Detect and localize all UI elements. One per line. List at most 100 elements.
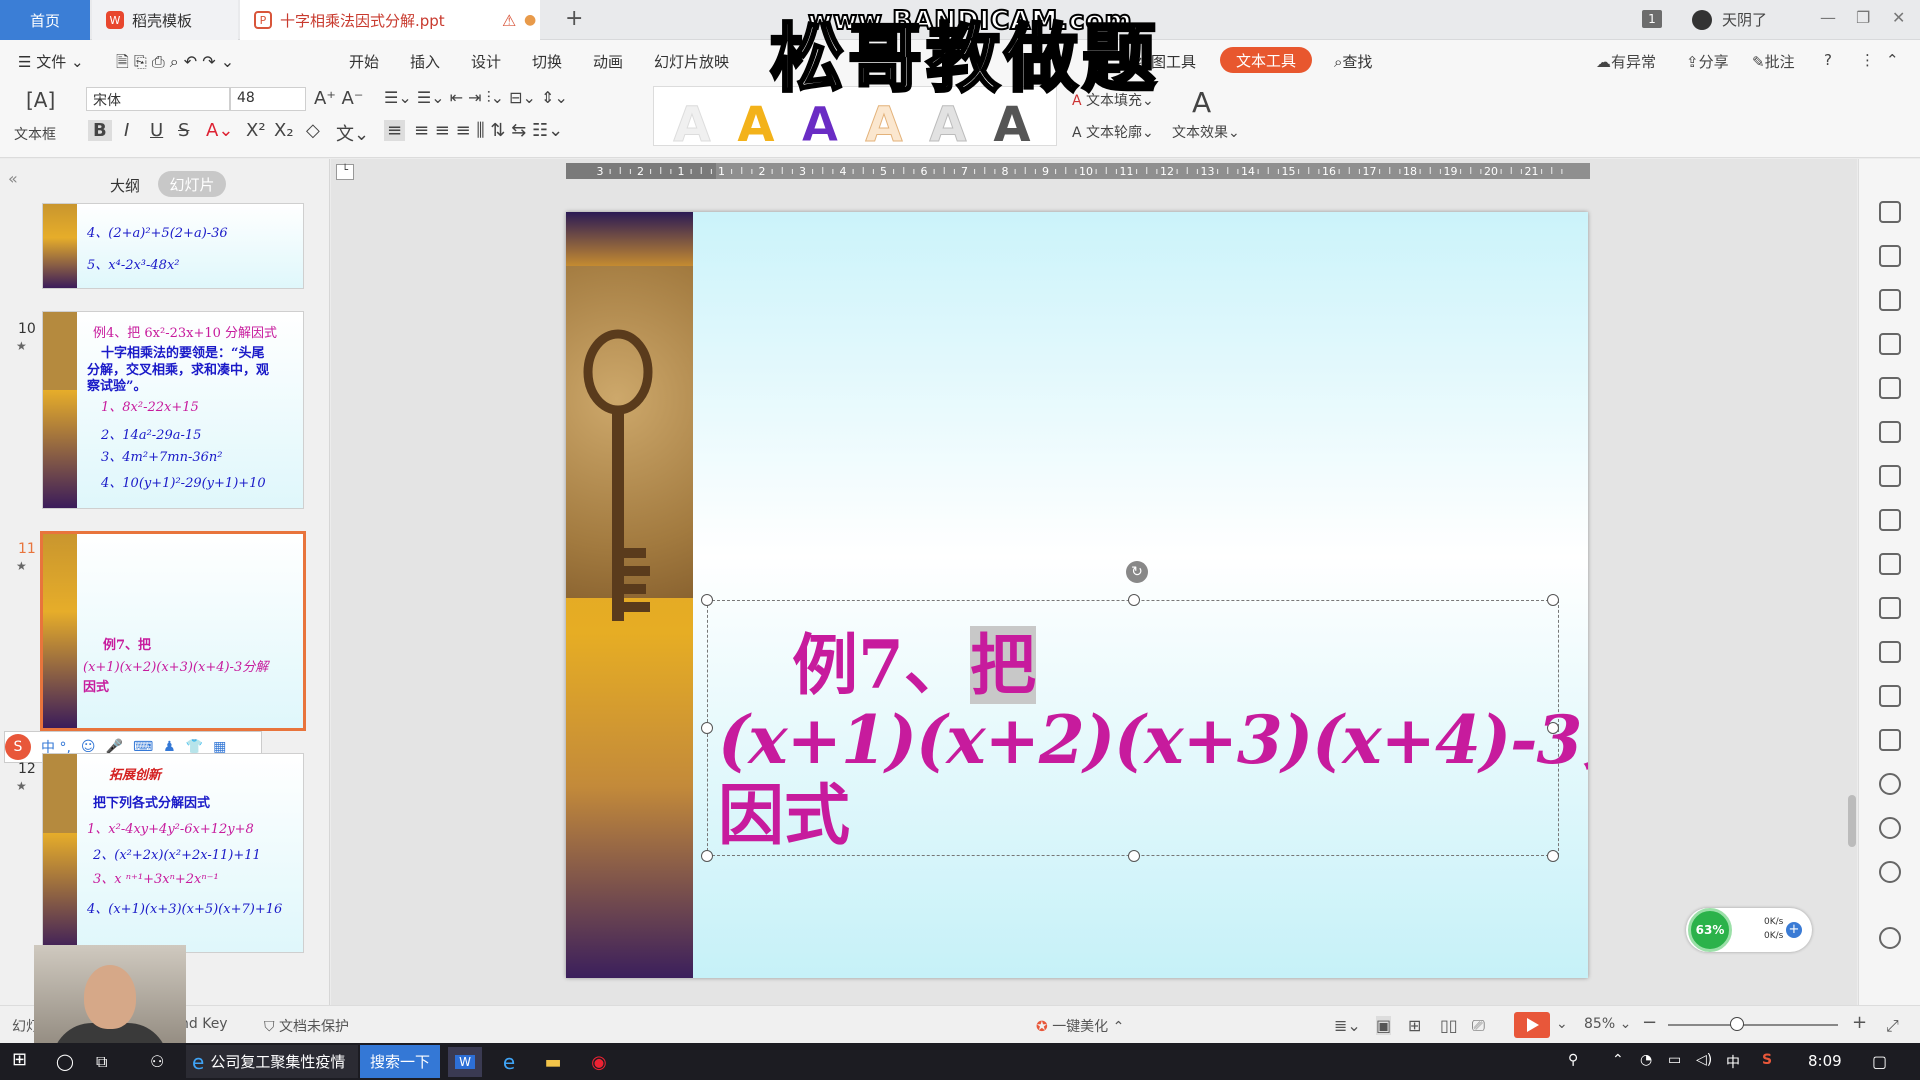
task-view-icon[interactable]: ⧉ xyxy=(96,1052,107,1072)
play-options-icon[interactable]: ⌄ xyxy=(1556,1016,1568,1032)
wordart-style-4[interactable]: A xyxy=(856,97,912,154)
archive-icon[interactable] xyxy=(1879,641,1901,663)
resize-handle[interactable] xyxy=(701,850,713,862)
menu-animation[interactable]: 动画 xyxy=(593,51,623,72)
clock[interactable]: 8:09 xyxy=(1808,1052,1842,1070)
audio-icon[interactable] xyxy=(1879,729,1901,751)
bandicam-icon[interactable]: ◉ xyxy=(582,1047,616,1077)
zoom-level[interactable]: 85% ⌄ xyxy=(1584,1016,1631,1032)
ime-indicator[interactable]: 中 xyxy=(1726,1052,1740,1072)
resize-handle[interactable] xyxy=(1128,594,1140,606)
network-speed-widget[interactable]: 63% 0K/s 0K/s + xyxy=(1686,908,1812,952)
taskbar-search-button[interactable]: 搜索一下 xyxy=(360,1045,440,1078)
maximize-icon[interactable]: ❐ xyxy=(1856,8,1870,27)
slide-thumbnail-12[interactable]: 拓展创新 把下列各式分解因式 1、x²-4xy+4y²-6x+12y+8 2、(… xyxy=(42,753,304,953)
file-explorer-icon[interactable]: ▬ xyxy=(536,1047,570,1077)
user-account[interactable]: 天阴了 xyxy=(1692,9,1767,30)
download-icon[interactable] xyxy=(1879,773,1901,795)
image-icon[interactable] xyxy=(1879,685,1901,707)
underline-button[interactable]: U xyxy=(150,120,163,141)
strikethrough-button[interactable]: S xyxy=(178,120,189,141)
textbox-button[interactable]: 文本框 xyxy=(14,124,56,144)
export-icon[interactable] xyxy=(1879,597,1901,619)
resize-handle[interactable] xyxy=(1547,594,1559,606)
chart-icon[interactable] xyxy=(1879,465,1901,487)
subscript-button[interactable]: X₂ xyxy=(274,120,294,141)
align-center-icon[interactable]: ≡ ≡ ≡ ⫼ ⇅ ⇆ ☷⌄ xyxy=(414,120,563,141)
slide-thumbnail-10[interactable]: 例4、把 6x²-23x+10 分解因式 十字相乘法的要领是：“头尾 分解，交叉… xyxy=(42,311,304,509)
cortana-icon[interactable]: ◯ xyxy=(56,1052,74,1071)
person-tray-icon[interactable]: ⚲ xyxy=(1568,1052,1578,1068)
font-color-button[interactable]: A⌄ xyxy=(206,120,233,141)
search-button[interactable]: ⌕查找 xyxy=(1334,51,1372,72)
vertical-scrollbar[interactable] xyxy=(1848,795,1856,847)
taskbar-browser-item[interactable]: e 公司复工聚集性疫情 xyxy=(186,1045,358,1078)
warning-icon[interactable]: ⚠ xyxy=(502,11,516,30)
resize-handle[interactable] xyxy=(1547,850,1559,862)
menu-start[interactable]: 开始 xyxy=(349,51,379,72)
grid-icon[interactable] xyxy=(1879,421,1901,443)
tab-templates[interactable]: W 稻壳模板 xyxy=(92,0,238,40)
notes-icon[interactable]: ≣⌄ xyxy=(1334,1016,1361,1035)
ruler-tab-selector[interactable]: └ xyxy=(336,164,354,180)
tab-document[interactable]: P 十字相乘法因式分解.ppt ⚠ ● xyxy=(240,0,540,40)
new-tab-button[interactable]: + xyxy=(565,6,583,31)
superscript-button[interactable]: X² xyxy=(246,120,266,141)
zoom-slider[interactable] xyxy=(1668,1024,1838,1026)
menu-text-tools[interactable]: 文本工具 xyxy=(1220,47,1312,73)
resize-handle[interactable] xyxy=(1128,850,1140,862)
text-effect-icon[interactable]: A xyxy=(1192,86,1211,119)
grow-font-icon[interactable]: A⁺ A⁻ xyxy=(314,88,363,109)
wordart-style-6[interactable]: A xyxy=(984,97,1040,153)
sorter-view-icon[interactable]: ⊞ xyxy=(1408,1016,1421,1035)
wordart-style-1[interactable]: A xyxy=(664,97,720,154)
collapse-ribbon-icon[interactable]: ⌃ xyxy=(1886,51,1899,69)
sliders-icon[interactable] xyxy=(1879,509,1901,531)
window-count-badge[interactable]: 1 xyxy=(1642,10,1662,28)
help-icon[interactable]: ? xyxy=(1824,51,1832,69)
convert-icon[interactable] xyxy=(1879,245,1901,267)
edge-icon[interactable]: e xyxy=(492,1047,526,1077)
minimize-icon[interactable]: — xyxy=(1820,8,1836,27)
beautify-button[interactable]: ✪ 一键美化 ⌃ xyxy=(1036,1016,1124,1036)
resize-handle[interactable] xyxy=(701,594,713,606)
doc-protect-button[interactable]: ⛉ 文档未保护 xyxy=(264,1016,349,1036)
wordart-style-5[interactable]: A xyxy=(920,97,976,154)
anomaly-button[interactable]: ☁有异常 xyxy=(1596,51,1656,72)
zoom-out-icon[interactable]: − xyxy=(1642,1012,1657,1033)
menu-design[interactable]: 设计 xyxy=(471,51,501,72)
shapes-icon[interactable] xyxy=(1879,289,1901,311)
star-icon[interactable] xyxy=(1879,201,1901,223)
font-name-select[interactable]: 宋体 xyxy=(86,87,230,111)
more-icon[interactable]: ⋮ xyxy=(1860,51,1875,69)
slide-key-photo[interactable] xyxy=(566,266,693,621)
close-icon[interactable]: ✕ xyxy=(1892,8,1905,27)
tab-home[interactable]: 首页 xyxy=(0,0,90,40)
slide-thumbnail-9[interactable]: 4、(2+a)²+5(2+a)-36 5、x⁴-2x³-48x² xyxy=(42,203,304,289)
slide-expression-end[interactable]: 因式 xyxy=(718,762,850,858)
history-icon[interactable] xyxy=(1879,817,1901,839)
italic-button[interactable]: I xyxy=(124,120,129,141)
wps-icon[interactable]: W xyxy=(448,1047,482,1077)
menu-slideshow[interactable]: 幻灯片放映 xyxy=(654,51,729,72)
wifi-icon[interactable]: ◔ xyxy=(1640,1052,1652,1068)
table-icon[interactable] xyxy=(1879,377,1901,399)
textbox-icon[interactable]: [A] xyxy=(26,88,55,112)
zoom-slider-thumb[interactable] xyxy=(1730,1017,1744,1031)
record-icon[interactable]: ⎚ xyxy=(1472,1016,1485,1036)
people-icon[interactable]: ⚇ xyxy=(150,1052,164,1071)
reading-view-icon[interactable]: ▯▯ xyxy=(1440,1016,1458,1035)
file-menu[interactable]: ☰ 文件 ⌄ xyxy=(18,51,84,72)
object-icon[interactable] xyxy=(1879,333,1901,355)
clear-format-icon[interactable]: ◇ xyxy=(306,120,320,141)
current-slide[interactable]: ↻ 例7、把 (x+1)(x+2)(x+3)(x+4)-3分解 因式 xyxy=(566,212,1588,978)
text-outline-button[interactable]: A 文本轮廓⌄ xyxy=(1072,122,1154,142)
fit-window-icon[interactable]: ⤢ xyxy=(1886,1016,1899,1036)
horizontal-ruler[interactable]: 3 2 1 1 2 3 4 5 6 7 8 9 10 11 12 13 14 15 16 17 18 19 20 21 xyxy=(566,163,1590,179)
font-size-select[interactable]: 48 xyxy=(230,87,306,111)
battery-icon[interactable]: ▭ xyxy=(1668,1052,1681,1068)
location-icon[interactable] xyxy=(1879,927,1901,949)
accelerate-icon[interactable]: + xyxy=(1786,922,1802,938)
resize-handle[interactable] xyxy=(701,722,713,734)
tab-outline[interactable]: 大纲 xyxy=(110,175,140,196)
